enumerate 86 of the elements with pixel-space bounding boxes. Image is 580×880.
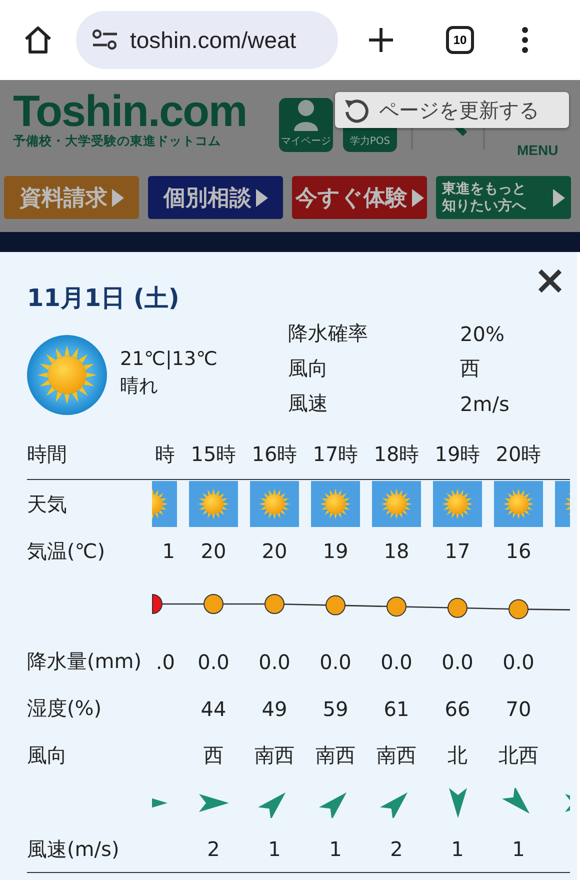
- row-label: 時間: [27, 441, 67, 468]
- table-cell: 20: [200, 539, 226, 563]
- triangle-icon: [256, 188, 268, 206]
- weather-icon: [311, 481, 360, 527]
- cta-button[interactable]: 東進をもっと知りたい方へ: [436, 176, 571, 219]
- weather-icon: [555, 481, 570, 527]
- table-cell: 南西: [376, 742, 416, 769]
- temperature-range: 21℃|13℃: [120, 347, 218, 372]
- menu-icon[interactable]: [521, 26, 529, 54]
- weather-icon: [494, 481, 543, 527]
- table-cell: 0.0: [258, 650, 290, 674]
- table-cell: 2: [390, 837, 403, 861]
- weather-icon: [250, 481, 299, 527]
- table-cell: 時: [155, 441, 175, 468]
- mypage-button[interactable]: マイページ: [279, 98, 333, 152]
- table-cell: 2: [207, 837, 220, 861]
- person-icon: [293, 99, 319, 131]
- refresh-toast[interactable]: ページを更新する: [335, 92, 569, 128]
- cta-button[interactable]: 今すぐ体験: [292, 176, 427, 219]
- row-label: 風速(m/s): [27, 836, 120, 862]
- table-cell: 15時: [190, 441, 236, 468]
- table-cell: 1: [329, 837, 342, 861]
- table-cell: 17時: [312, 441, 358, 468]
- table-cell: 19時: [434, 441, 480, 468]
- row-label: 気温(℃): [27, 538, 106, 564]
- url-text: toshin.com/weat: [130, 26, 296, 54]
- table-cell: 18: [384, 539, 410, 563]
- table-cell: 0.0: [198, 650, 230, 674]
- cta-button[interactable]: 資料請求: [4, 176, 139, 219]
- weather-icon: [433, 481, 482, 527]
- table-cell: 59: [322, 696, 348, 720]
- table-cell: .0: [156, 650, 175, 674]
- row-label: 湿度(%): [27, 695, 102, 722]
- table-cell: 20時: [496, 441, 542, 468]
- new-tab-icon[interactable]: [367, 26, 395, 54]
- cta-button[interactable]: 個別相談: [148, 176, 283, 219]
- table-cell: 0.0: [380, 650, 412, 674]
- table-cell: 南西: [316, 742, 356, 769]
- table-cell: 1: [268, 837, 281, 861]
- table-cell: 20: [262, 539, 288, 563]
- table-cell: 19: [322, 539, 348, 563]
- table-cell: 18時: [374, 441, 420, 468]
- table-cell: 西: [204, 742, 224, 769]
- table-cell: 1: [451, 837, 464, 861]
- table-cell: 70: [506, 696, 532, 720]
- table-cell: 1: [512, 837, 525, 861]
- forecast-date: 11月1日 (土): [27, 283, 180, 314]
- weather-condition: 晴れ: [120, 374, 159, 399]
- table-cell: 1: [162, 539, 175, 563]
- table-cell: 0.0: [502, 650, 534, 674]
- table-cell: 17: [444, 539, 470, 563]
- detail-label: 降水確率: [288, 320, 369, 347]
- detail-label: 風向: [288, 355, 329, 382]
- weather-icon: [152, 481, 177, 527]
- table-cell: 66: [444, 696, 470, 720]
- table-cell: 0.0: [442, 650, 474, 674]
- home-icon[interactable]: [22, 24, 54, 56]
- table-cell: 61: [384, 696, 410, 720]
- tab-count-button[interactable]: 10: [446, 26, 474, 54]
- table-cell: 44: [200, 696, 226, 720]
- sun-icon: [27, 335, 107, 415]
- row-label: 風向: [27, 742, 67, 769]
- weather-icon: [372, 481, 421, 527]
- menu-button[interactable]: MENU: [517, 142, 558, 158]
- table-cell: 南西: [254, 742, 294, 769]
- table-cell: 16: [506, 539, 532, 563]
- triangle-icon: [412, 188, 424, 206]
- detail-label: 風速: [288, 390, 329, 417]
- triangle-icon: [553, 188, 565, 206]
- tune-icon[interactable]: [92, 29, 118, 51]
- detail-value: 20%: [460, 322, 506, 346]
- triangle-icon: [112, 188, 124, 206]
- address-bar[interactable]: toshin.com/weat: [76, 11, 338, 69]
- site-tagline: 予備校・大学受験の東進ドットコム: [13, 133, 222, 150]
- weather-icon: [189, 481, 238, 527]
- detail-value: 西: [460, 355, 481, 382]
- table-cell: 49: [262, 696, 288, 720]
- table-cell: 北西: [498, 742, 538, 769]
- table-cell: 0.0: [320, 650, 352, 674]
- row-label: 降水量(mm): [27, 648, 142, 675]
- detail-value: 2m/s: [460, 392, 510, 416]
- site-logo[interactable]: Toshin.com: [13, 90, 275, 134]
- row-label: 天気: [27, 490, 67, 518]
- close-button[interactable]: [536, 267, 564, 295]
- table-cell: 16時: [252, 441, 298, 468]
- table-cell: 北: [448, 742, 468, 769]
